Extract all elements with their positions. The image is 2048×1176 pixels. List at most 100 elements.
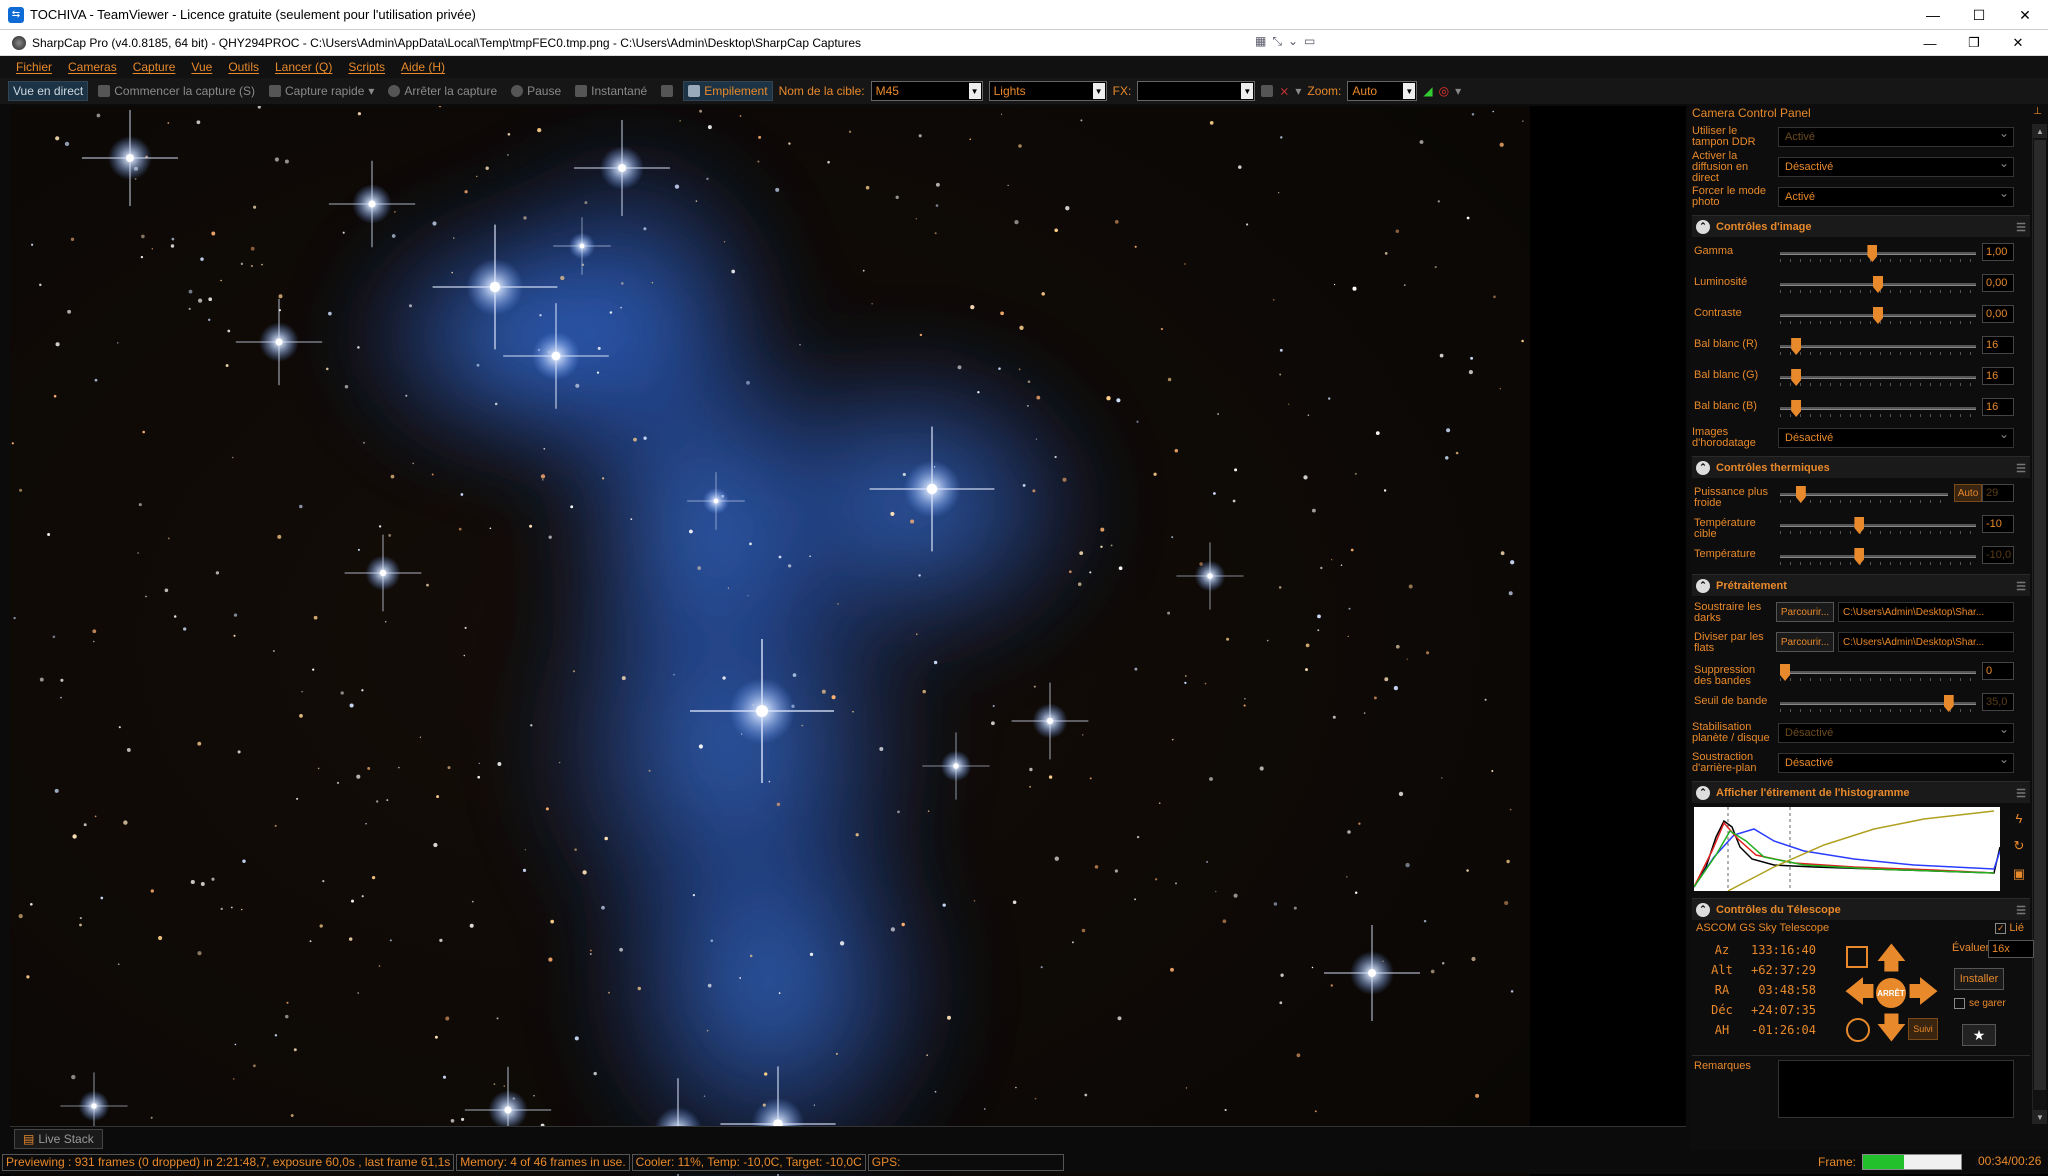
histogram-graph[interactable] — [1694, 807, 2000, 891]
target-icon[interactable]: ◎ — [1439, 84, 1449, 98]
scroll-down-icon[interactable]: ▼ — [2033, 1110, 2047, 1124]
sharpcap-minimize-button[interactable]: — — [1908, 30, 1952, 56]
zoom-select[interactable]: Auto — [1347, 81, 1418, 101]
target-temp-track[interactable] — [1780, 524, 1976, 527]
east-arrow-icon[interactable]: 🡆 — [1908, 978, 1939, 1008]
maximize-button[interactable]: ☐ — [1956, 0, 2002, 30]
collapse-icon[interactable]: ⌃ — [1696, 219, 1710, 234]
slider-value[interactable]: 16 — [1982, 336, 2014, 354]
section-menu-icon[interactable]: ☰ — [2016, 904, 2026, 917]
goto-icon[interactable] — [1846, 946, 1868, 968]
slider-track[interactable] — [1780, 407, 1976, 410]
photo-mode-select[interactable]: Activé — [1778, 186, 2014, 207]
timestamp-select[interactable]: Désactivé — [1778, 427, 2014, 448]
settings-button[interactable] — [657, 83, 677, 99]
grid-icon[interactable]: ▦ — [1255, 34, 1266, 49]
park-checkbox[interactable]: se garer — [1954, 998, 2006, 1009]
flats-path-select[interactable]: C:\Users\Admin\Desktop\Shar... — [1838, 632, 2014, 652]
dropdown-arrow-icon[interactable]: ▾ — [1295, 84, 1301, 98]
tracking-button[interactable]: Suivi — [1908, 1018, 1938, 1040]
crosshair-icon[interactable]: ⨯ — [1279, 84, 1289, 98]
frame-type-select[interactable]: Lights — [988, 81, 1107, 101]
pin-icon[interactable]: ⊥ — [2033, 106, 2042, 117]
telescope-header[interactable]: ⌃ Contrôles du Télescope ☰ — [1692, 898, 2030, 920]
slider-value[interactable]: 0,00 — [1982, 305, 2014, 323]
section-menu-icon[interactable]: ☰ — [2016, 580, 2026, 593]
collapse-icon[interactable]: ⌃ — [1696, 902, 1710, 917]
preprocessing-header[interactable]: ⌃ Prétraitement ☰ — [1692, 574, 2030, 596]
background-select[interactable]: Désactivé — [1778, 752, 2014, 773]
panel-scrollbar[interactable]: ▲ ▼ — [2032, 124, 2047, 1124]
slider-track[interactable] — [1780, 376, 1976, 379]
start-capture-button[interactable]: Commencer la capture (S) — [94, 82, 259, 100]
menu-cameras[interactable]: Cameras — [68, 60, 117, 74]
slider-track[interactable] — [1780, 345, 1976, 348]
north-arrow-icon[interactable]: 🡅 — [1876, 944, 1907, 974]
fx-select[interactable] — [1137, 81, 1256, 101]
close-button[interactable]: ✕ — [2002, 0, 2048, 30]
flats-browse-button[interactable]: Parcourir... — [1776, 632, 1834, 652]
histogram-header[interactable]: ⌃ Afficher l'étirement de l'histogramme … — [1692, 781, 2030, 803]
checkmark-icon[interactable]: ✓ — [1995, 922, 2007, 934]
slider-value[interactable]: 16 — [1982, 398, 2014, 416]
monitor-icon[interactable]: ▭ — [1304, 34, 1315, 49]
image-controls-header[interactable]: ⌃ Contrôles d'image ☰ — [1692, 215, 2030, 237]
sharpcap-restore-button[interactable]: ❐ — [1952, 30, 1996, 56]
checkbox-icon[interactable] — [1954, 998, 1965, 1009]
teamviewer-session-toolbar[interactable]: ▦ ⤡ ⌄ ▭ — [1255, 34, 1315, 49]
setup-button[interactable]: Installer — [1954, 968, 2004, 990]
histogram-icon[interactable]: ◢ — [1423, 84, 1432, 98]
banding-value[interactable]: 0 — [1982, 662, 2014, 680]
slider-value[interactable]: 0,00 — [1982, 274, 2014, 292]
cooler-auto-button[interactable]: Auto — [1954, 484, 1982, 502]
pause-button[interactable]: Pause — [507, 82, 565, 100]
live-streaming-select[interactable]: Désactivé — [1778, 156, 2014, 177]
fx-settings-icon[interactable] — [1261, 85, 1274, 97]
menu-scripts[interactable]: Scripts — [348, 60, 385, 74]
menu-fichier[interactable]: Fichier — [16, 60, 52, 74]
dropdown-arrow-icon[interactable]: ▾ — [368, 84, 374, 98]
remarks-input[interactable] — [1778, 1060, 2014, 1118]
stabilization-select[interactable]: Désactivé — [1778, 722, 2014, 743]
west-arrow-icon[interactable]: 🡄 — [1844, 978, 1875, 1008]
section-menu-icon[interactable]: ☰ — [2016, 787, 2026, 800]
live-view-button[interactable]: Vue en direct — [8, 81, 89, 101]
darks-browse-button[interactable]: Parcourir... — [1776, 602, 1834, 622]
sharpcap-close-button[interactable]: ✕ — [1996, 30, 2040, 56]
slider-value[interactable]: 16 — [1982, 367, 2014, 385]
ddr-buffer-select[interactable]: Activé — [1778, 126, 2014, 147]
star-icon[interactable]: ★ — [1962, 1024, 1996, 1046]
slider-value[interactable]: 1,00 — [1982, 243, 2014, 261]
histogram-display[interactable]: ϟ ↻ ▣ — [1692, 807, 2030, 895]
stack-button[interactable]: Empilement — [683, 81, 773, 101]
menu-lancer[interactable]: Lancer (Q) — [275, 60, 332, 74]
section-menu-icon[interactable]: ☰ — [2016, 462, 2026, 475]
target-temp-value[interactable]: -10 — [1982, 515, 2014, 533]
reset-icon[interactable]: ↻ — [2010, 837, 2028, 855]
cooler-power-value[interactable]: 29 — [1982, 484, 2014, 502]
save-icon[interactable]: ▣ — [2010, 865, 2028, 883]
thermal-controls-header[interactable]: ⌃ Contrôles thermiques ☰ — [1692, 456, 2030, 478]
menu-aide[interactable]: Aide (H) — [401, 60, 445, 74]
live-image-view[interactable] — [10, 106, 1686, 1176]
sun-icon[interactable] — [1846, 1018, 1870, 1042]
quick-capture-button[interactable]: Capture rapide ▾ — [265, 82, 378, 100]
menu-capture[interactable]: Capture — [133, 60, 176, 74]
snapshot-button[interactable]: Instantané — [571, 82, 651, 100]
menu-vue[interactable]: Vue — [191, 60, 212, 74]
section-menu-icon[interactable]: ☰ — [2016, 221, 2026, 234]
rate-select[interactable]: 16x — [1988, 940, 2034, 958]
threshold-value[interactable]: 35,0 — [1982, 693, 2014, 711]
menu-outils[interactable]: Outils — [228, 60, 259, 74]
south-arrow-icon[interactable]: 🡇 — [1876, 1014, 1907, 1044]
stop-capture-button[interactable]: Arrêter la capture — [384, 82, 501, 100]
banding-track[interactable] — [1780, 671, 1976, 674]
linked-checkbox[interactable]: ✓ Lié — [1995, 922, 2024, 934]
dropdown-arrow-icon[interactable]: ▾ — [1455, 84, 1461, 98]
auto-stretch-icon[interactable]: ϟ — [2010, 809, 2028, 827]
minimize-button[interactable]: — — [1910, 0, 1956, 30]
collapse-icon[interactable]: ⌃ — [1696, 578, 1710, 593]
slider-track[interactable] — [1780, 252, 1976, 255]
collapse-icon[interactable]: ⌃ — [1696, 460, 1710, 475]
darks-path-select[interactable]: C:\Users\Admin\Desktop\Shar... — [1838, 602, 2014, 622]
